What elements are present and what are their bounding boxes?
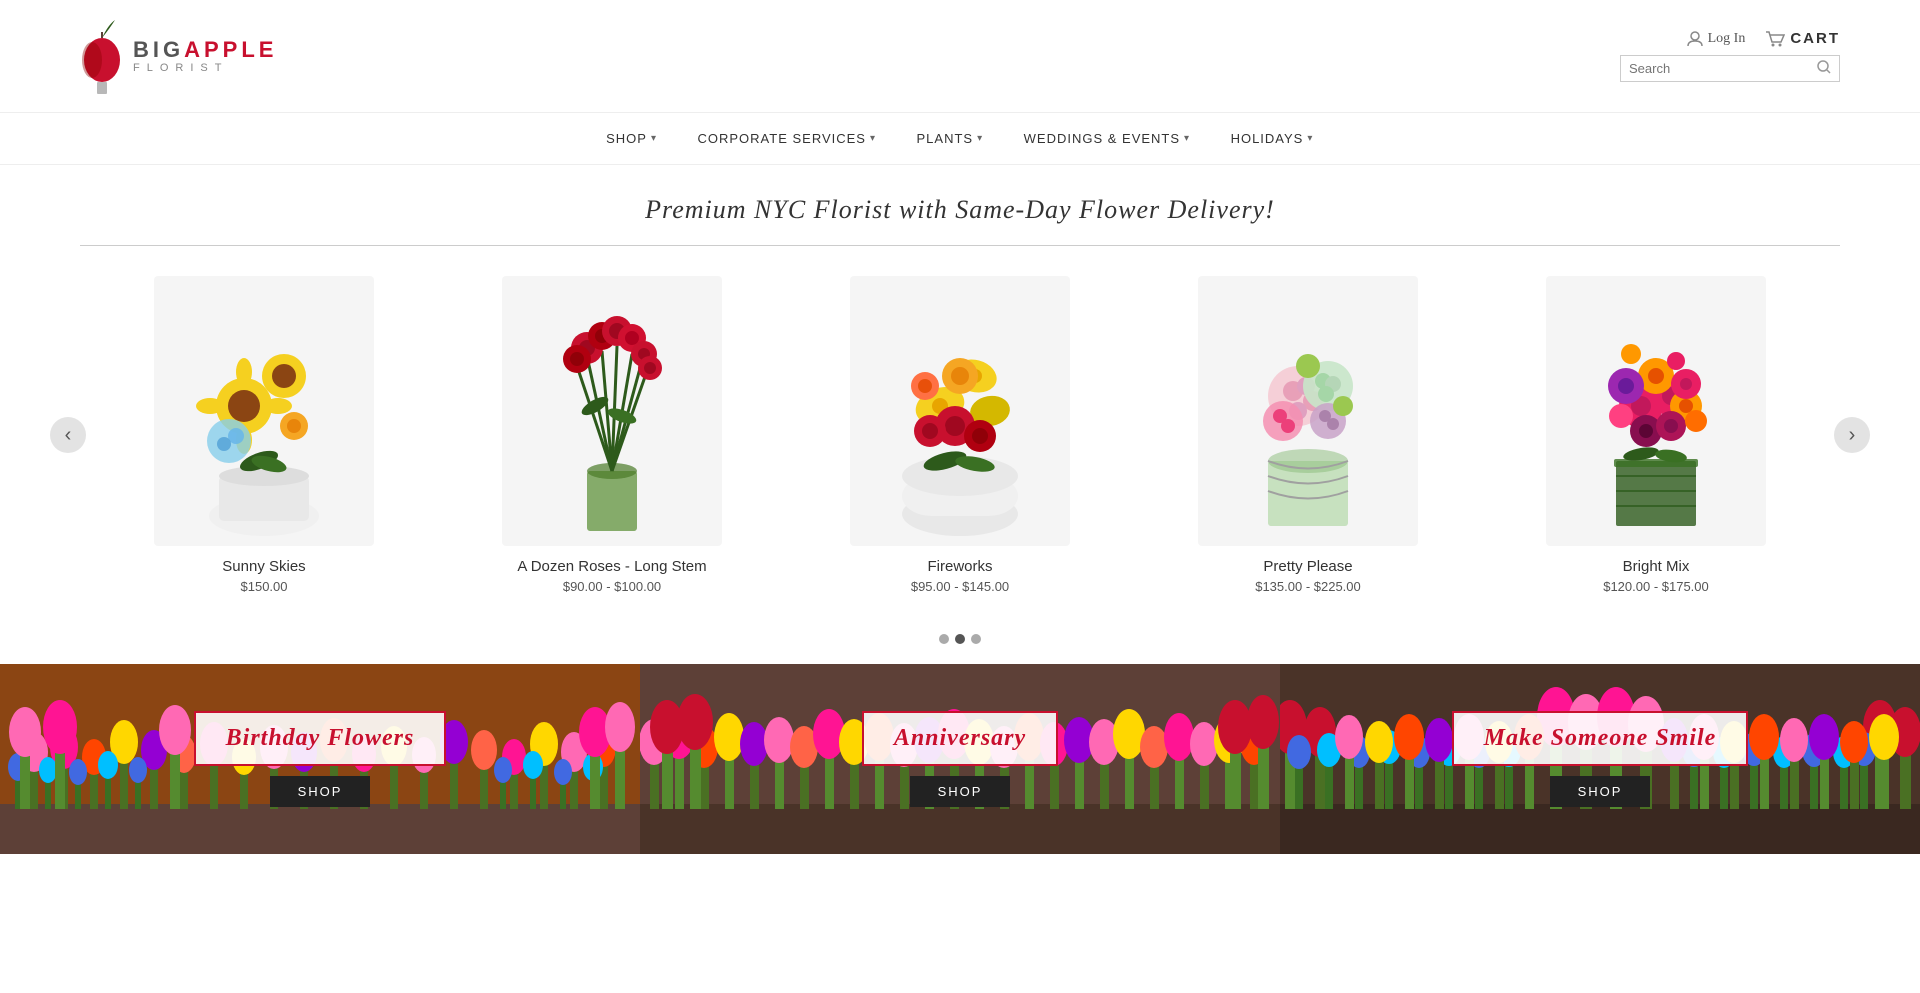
header-actions: Log In CART xyxy=(1687,30,1840,47)
product-image xyxy=(1546,276,1766,546)
carousel-dot[interactable] xyxy=(971,634,981,644)
login-label: Log In xyxy=(1708,31,1746,47)
carousel-dot-active[interactable] xyxy=(955,634,965,644)
banner-anniversary-title: Anniversary xyxy=(894,725,1026,752)
main-nav: Shop ▾ Corporate Services ▾ Plants ▾ Wed… xyxy=(0,113,1920,165)
carousel-prev-button[interactable]: ‹ xyxy=(50,417,86,453)
search-icon xyxy=(1817,60,1831,74)
banner-smile-title: Make Someone Smile xyxy=(1484,725,1717,752)
banner-smile-content: Make Someone Smile SHOP xyxy=(1452,711,1749,807)
search-button[interactable] xyxy=(1817,60,1831,77)
search-input[interactable] xyxy=(1629,61,1817,76)
logo-text: BIG APPLE FLORIST xyxy=(133,38,277,74)
chevron-down-icon: ▾ xyxy=(651,133,658,144)
cart-label: CART xyxy=(1790,30,1840,47)
carousel-dots xyxy=(0,624,1920,664)
product-image xyxy=(850,276,1070,546)
product-price: $90.00 - $100.00 xyxy=(563,579,661,594)
nav-holidays[interactable]: Holidays ▾ xyxy=(1231,131,1314,146)
login-link[interactable]: Log In xyxy=(1687,31,1746,47)
product-card[interactable]: Bright Mix $120.00 - $175.00 xyxy=(1546,276,1766,594)
cart-icon xyxy=(1765,31,1785,47)
logo[interactable]: BIG APPLE FLORIST xyxy=(80,10,277,102)
header-right: Log In CART xyxy=(1620,30,1840,82)
hero-text: Premium NYC Florist with Same-Day Flower… xyxy=(0,165,1920,245)
product-price: $150.00 xyxy=(241,579,288,594)
product-price: $135.00 - $225.00 xyxy=(1255,579,1361,594)
logo-apple: APPLE xyxy=(184,38,277,62)
product-price: $120.00 - $175.00 xyxy=(1603,579,1709,594)
hero-headline: Premium NYC Florist with Same-Day Flower… xyxy=(645,195,1275,224)
banner-smile[interactable]: Make Someone Smile SHOP xyxy=(1280,664,1920,854)
nav-shop-label: Shop xyxy=(606,131,647,146)
product-image xyxy=(1198,276,1418,546)
logo-big: BIG xyxy=(133,38,184,62)
carousel-section: ‹ xyxy=(0,246,1920,624)
carousel-next-button[interactable]: › xyxy=(1834,417,1870,453)
user-icon xyxy=(1687,31,1703,47)
product-price: $95.00 - $145.00 xyxy=(911,579,1009,594)
chevron-down-icon: ▾ xyxy=(870,133,877,144)
banner-birthday-title: Birthday Flowers xyxy=(226,725,415,752)
nav-weddings-label: Weddings & Events xyxy=(1024,131,1180,146)
banner-anniversary-content: Anniversary SHOP xyxy=(862,711,1058,807)
banner-birthday-title-box: Birthday Flowers xyxy=(194,711,447,766)
product-name: Bright Mix xyxy=(1623,558,1690,575)
nav-corporate[interactable]: Corporate Services ▾ xyxy=(697,131,876,146)
nav-shop[interactable]: Shop ▾ xyxy=(606,131,657,146)
banner-smile-shop-button[interactable]: SHOP xyxy=(1550,776,1651,807)
header: BIG APPLE FLORIST Log In CART xyxy=(0,0,1920,113)
banner-anniversary-shop-button[interactable]: SHOP xyxy=(910,776,1011,807)
logo-florist: FLORIST xyxy=(133,62,277,74)
banner-birthday-shop-button[interactable]: SHOP xyxy=(270,776,371,807)
product-name: Fireworks xyxy=(927,558,992,575)
product-image xyxy=(502,276,722,546)
product-card[interactable]: A Dozen Roses - Long Stem $90.00 - $100.… xyxy=(502,276,722,594)
search-bar xyxy=(1620,55,1840,82)
product-image xyxy=(154,276,374,546)
product-card[interactable]: Pretty Please $135.00 - $225.00 xyxy=(1198,276,1418,594)
nav-plants-label: Plants xyxy=(917,131,974,146)
cart-link[interactable]: CART xyxy=(1765,30,1840,47)
chevron-down-icon: ▾ xyxy=(977,133,984,144)
nav-plants[interactable]: Plants ▾ xyxy=(917,131,984,146)
banner-smile-title-box: Make Someone Smile xyxy=(1452,711,1749,766)
banners-section: Birthday Flowers SHOP xyxy=(0,664,1920,854)
nav-weddings[interactable]: Weddings & Events ▾ xyxy=(1024,131,1191,146)
product-card[interactable]: Fireworks $95.00 - $145.00 xyxy=(850,276,1070,594)
carousel-dot[interactable] xyxy=(939,634,949,644)
nav-corporate-label: Corporate Services xyxy=(697,131,866,146)
product-name: Sunny Skies xyxy=(222,558,305,575)
banner-birthday-content: Birthday Flowers SHOP xyxy=(194,711,447,807)
product-name: Pretty Please xyxy=(1263,558,1352,575)
nav-holidays-label: Holidays xyxy=(1231,131,1304,146)
banner-anniversary-title-box: Anniversary xyxy=(862,711,1058,766)
chevron-down-icon: ▾ xyxy=(1307,133,1314,144)
banner-anniversary[interactable]: Anniversary SHOP xyxy=(640,664,1280,854)
banner-birthday[interactable]: Birthday Flowers SHOP xyxy=(0,664,640,854)
product-name: A Dozen Roses - Long Stem xyxy=(517,558,706,575)
products-row: Sunny Skies $150.00 xyxy=(100,276,1820,594)
chevron-down-icon: ▾ xyxy=(1184,133,1191,144)
logo-icon xyxy=(80,10,125,102)
product-card[interactable]: Sunny Skies $150.00 xyxy=(154,276,374,594)
